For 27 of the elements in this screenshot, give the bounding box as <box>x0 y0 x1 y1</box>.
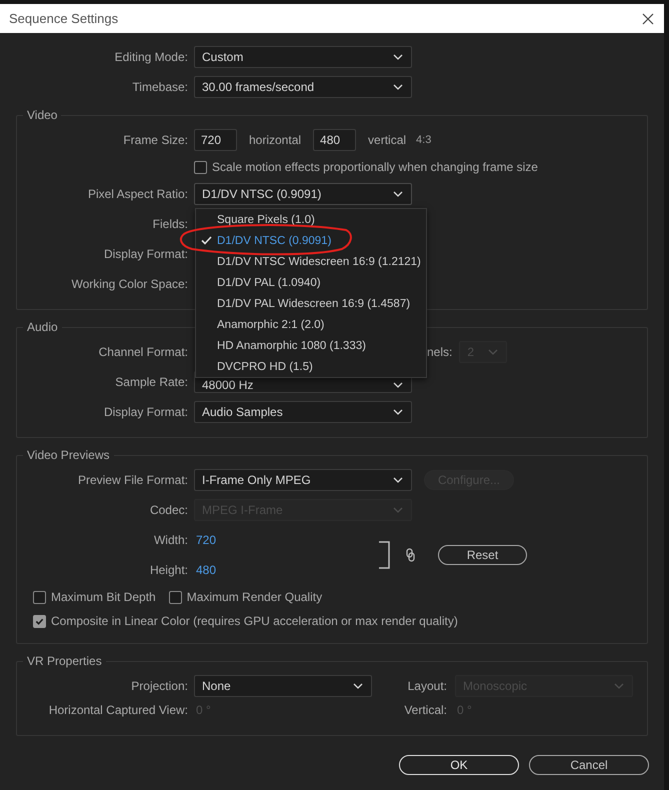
section-title: Video <box>26 108 58 122</box>
field-label: Channel Format: <box>98 345 188 359</box>
field-label: Vertical: <box>403 703 447 717</box>
field-label: Working Color Space: <box>70 277 188 291</box>
field-label: Horizontal Captured View: <box>48 703 188 717</box>
aspect-ratio: 4:3 <box>416 134 432 146</box>
unit-label: horizontal <box>249 133 302 147</box>
field-label: Display Format: <box>102 247 188 261</box>
field-label: Timebase: <box>131 80 188 94</box>
field-label: Height: <box>148 563 188 577</box>
field-label: Frame Size: <box>122 133 188 147</box>
section-title: VR Properties <box>26 654 103 668</box>
field-label: nels: <box>427 345 452 359</box>
field-label: Width: <box>152 533 188 547</box>
field-label: Preview File Format: <box>76 473 188 487</box>
section-title: Audio <box>26 320 59 334</box>
field-label: Sample Rate: <box>114 375 188 389</box>
field-label: Display Format: <box>102 405 188 419</box>
field-label: Pixel Aspect Ratio: <box>86 187 188 201</box>
window-title: Sequence Settings <box>9 11 118 26</box>
field-label: Codec: <box>148 503 188 517</box>
section-title: Video Previews <box>26 448 110 462</box>
field-label: Fields: <box>152 217 188 231</box>
unit-label: vertical <box>368 133 406 147</box>
field-label: Projection: <box>130 679 188 693</box>
field-label: Editing Mode: <box>114 50 188 64</box>
field-label: Layout: <box>406 679 447 693</box>
